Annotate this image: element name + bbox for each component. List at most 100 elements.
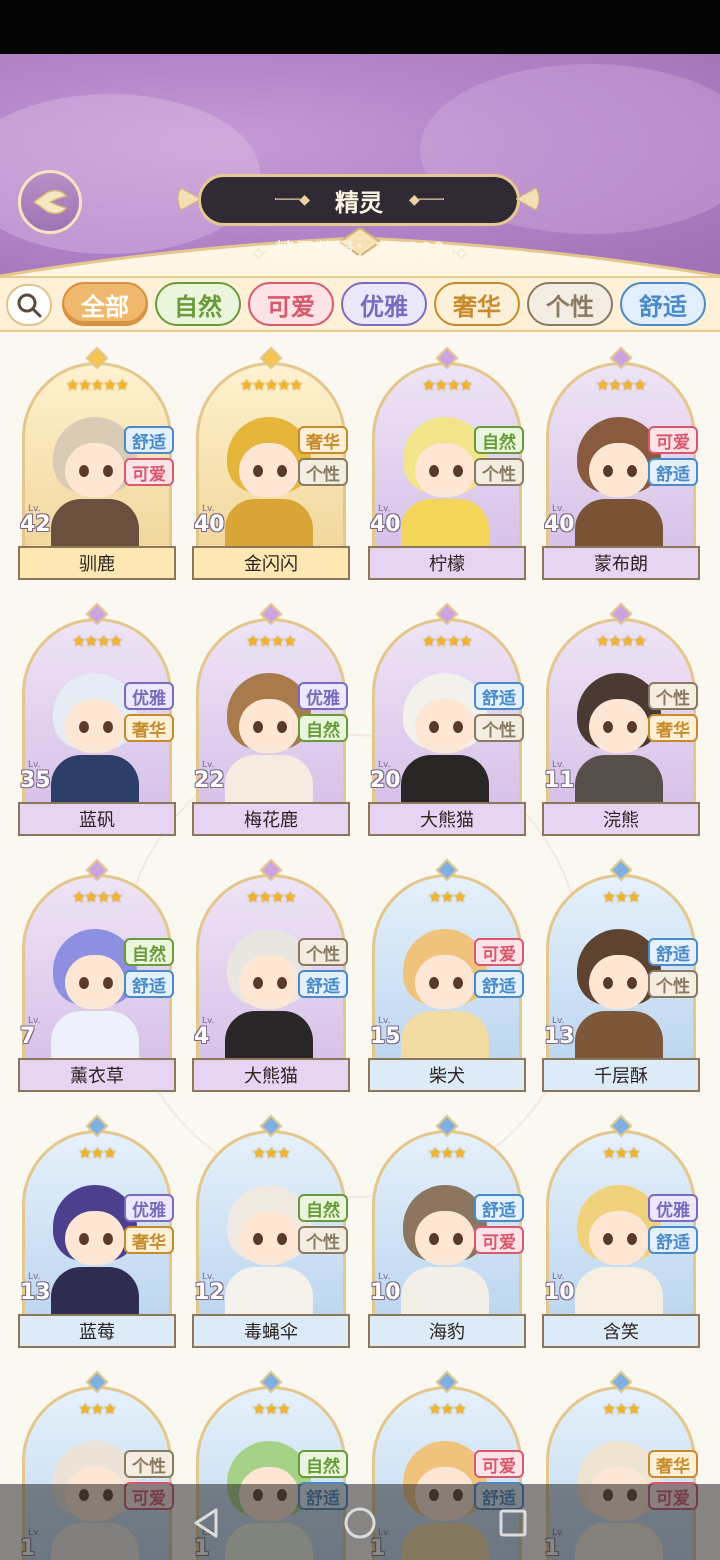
level-value: 40 xyxy=(544,512,575,537)
trait-tag: 个性 xyxy=(474,714,524,742)
sprite-count: ◇· 精灵数量：22/200 ·◇ xyxy=(0,234,720,263)
filter-tab[interactable]: 全部 xyxy=(62,282,148,326)
trait-tag: 优雅 xyxy=(648,1194,698,1222)
trait-tag: 奢华 xyxy=(648,714,698,742)
star-rating: ★★★★★ xyxy=(239,376,303,394)
sprite-card[interactable]: ★★★★★ 舒适可爱 Lv. 42 驯鹿 xyxy=(18,346,176,580)
sprite-name: 毒蝇伞 xyxy=(192,1314,350,1348)
sprite-card[interactable]: ★★★★ 自然 舒适 Lv. 7 薰衣草 xyxy=(18,858,176,1092)
level-indicator: Lv. 13 xyxy=(18,1272,64,1306)
filter-bar: 全部 自然 可爱 优雅 奢华 个性 舒适 xyxy=(0,276,720,332)
level-value: 42 xyxy=(20,512,51,537)
sprite-name: 浣熊 xyxy=(542,802,700,836)
sprite-card[interactable]: ★★★★ 可爱舒适 Lv. 40 蒙布朗 xyxy=(542,346,700,580)
filter-tab[interactable]: 可爱 xyxy=(248,282,334,326)
trait-tag: 优雅 xyxy=(124,1194,174,1222)
level-indicator: Lv. 12 xyxy=(192,1272,238,1306)
title-plate: ·───◆ 精灵 ◆───· xyxy=(198,174,520,226)
level-indicator: Lv. 40 xyxy=(542,504,588,538)
nav-back-icon[interactable] xyxy=(190,1506,224,1540)
trait-tag: 舒适 xyxy=(474,1194,524,1222)
level-value: 20 xyxy=(370,768,401,793)
filter-tab[interactable]: 优雅 xyxy=(341,282,427,326)
sprite-name: 驯鹿 xyxy=(18,546,176,580)
trait-tag: 奢华 xyxy=(124,1226,174,1254)
level-indicator: Lv. 15 xyxy=(368,1016,414,1050)
star-rating: ★★★ xyxy=(428,1400,466,1418)
sprite-name: 大熊猫 xyxy=(192,1058,350,1092)
trait-tag: 舒适 xyxy=(124,970,174,998)
trait-tag: 舒适 xyxy=(124,426,174,454)
nav-home-icon[interactable] xyxy=(343,1506,377,1540)
star-rating: ★★★★ xyxy=(596,632,647,650)
sprite-name: 千层酥 xyxy=(542,1058,700,1092)
level-indicator: Lv. 40 xyxy=(192,504,238,538)
sprite-card[interactable]: ★★★ 优雅 奢华 Lv. 13 蓝莓 xyxy=(18,1114,176,1348)
sprite-card[interactable]: ★★★★ 个性 奢华 Lv. 11 浣熊 xyxy=(542,602,700,836)
level-value: 7 xyxy=(20,1024,36,1049)
level-value: 15 xyxy=(370,1024,401,1049)
trait-tag: 个性 xyxy=(474,458,524,486)
trait-tag: 个性 xyxy=(298,458,348,486)
sprite-name: 薰衣草 xyxy=(18,1058,176,1092)
level-indicator: Lv. 40 xyxy=(368,504,414,538)
page-title: 精灵 xyxy=(335,187,383,217)
sprite-card[interactable]: ★★★ 舒适 可爱 Lv. 10 海豹 xyxy=(368,1114,526,1348)
star-rating: ★★★★ xyxy=(422,632,473,650)
filter-tabs: 全部 自然 可爱 优雅 奢华 个性 舒适 xyxy=(62,282,718,328)
trait-tag: 个性 xyxy=(648,970,698,998)
filter-tab[interactable]: 个性 xyxy=(527,282,613,326)
trait-tag: 奢华 xyxy=(124,714,174,742)
search-button[interactable] xyxy=(6,284,52,326)
star-rating: ★★★★ xyxy=(246,632,297,650)
star-rating: ★★★ xyxy=(252,1144,290,1162)
level-value: 40 xyxy=(370,512,401,537)
trait-tag: 舒适 xyxy=(298,970,348,998)
sprite-grid: ★★★★★ 舒适 可爱 Lv. 42 驯鹿 ★★★★★ 奢华 个性 Lv. 40 金闪闪 ★★★★ 自然个… xyxy=(0,334,720,1560)
trait-tag: 舒适 xyxy=(648,458,698,486)
sprite-name: 蓝矾 xyxy=(18,802,176,836)
level-value: 35 xyxy=(20,768,51,793)
star-rating: ★★★★★ xyxy=(65,376,129,394)
trait-tag: 自然 xyxy=(124,938,174,966)
nav-recents-icon[interactable] xyxy=(496,1506,530,1540)
trait-tag: 舒适 xyxy=(648,938,698,966)
sprite-card[interactable]: ★★★ 可爱 舒适 Lv. 15 柴犬 xyxy=(368,858,526,1092)
sprite-card[interactable]: ★★★★★ 奢华 个性 Lv. 40 金闪闪 xyxy=(192,346,350,580)
sprite-card[interactable]: ★★★★ 优雅 奢华 Lv. 35 蓝矾 xyxy=(18,602,176,836)
trait-tag: 可爱 xyxy=(124,458,174,486)
back-button[interactable] xyxy=(18,170,82,234)
star-rating: ★★★★ xyxy=(596,376,647,394)
sprite-name: 海豹 xyxy=(368,1314,526,1348)
sprite-card[interactable]: ★★★★ 个性 舒适 Lv. 4 大熊猫 xyxy=(192,858,350,1092)
trait-tag: 自然 xyxy=(474,426,524,454)
trait-tag: 舒适 xyxy=(648,1226,698,1254)
sprite-name: 柠檬 xyxy=(368,546,526,580)
filter-tab[interactable]: 舒适 xyxy=(620,282,706,326)
sprite-card[interactable]: ★★★★ 自然个性 Lv. 40 柠檬 xyxy=(368,346,526,580)
sprite-name: 含笑 xyxy=(542,1314,700,1348)
level-indicator: Lv. 42 xyxy=(18,504,64,538)
sprite-card[interactable]: ★★★ 舒适 个性 Lv. 13 千层酥 xyxy=(542,858,700,1092)
level-indicator: Lv. 7 xyxy=(18,1016,64,1050)
sprite-card[interactable]: ★★★ 优雅 舒适 Lv. 10 含笑 xyxy=(542,1114,700,1348)
search-icon xyxy=(17,293,42,318)
title-right-ornament-icon xyxy=(516,187,540,211)
trait-tag: 可爱 xyxy=(648,426,698,454)
level-indicator: Lv. 22 xyxy=(192,760,238,794)
sprite-card[interactable]: ★★★ 自然 个性 Lv. 12 毒蝇伞 xyxy=(192,1114,350,1348)
filter-tab[interactable]: 奢华 xyxy=(434,282,520,326)
level-value: 10 xyxy=(370,1280,401,1305)
sprite-card[interactable]: ★★★★ 舒适 个性 Lv. 20 大熊猫 xyxy=(368,602,526,836)
level-value: 10 xyxy=(544,1280,575,1305)
level-value: 13 xyxy=(544,1024,575,1049)
trait-tag: 可爱 xyxy=(474,938,524,966)
star-rating: ★★★★ xyxy=(422,376,473,394)
trait-tag: 奢华 xyxy=(298,426,348,454)
level-value: 40 xyxy=(194,512,225,537)
filter-tab[interactable]: 自然 xyxy=(155,282,241,326)
star-rating: ★★★ xyxy=(78,1400,116,1418)
trait-tag: 自然 xyxy=(298,1194,348,1222)
sprite-name: 蒙布朗 xyxy=(542,546,700,580)
sprite-card[interactable]: ★★★★ 优雅 自然 Lv. 22 梅花鹿 xyxy=(192,602,350,836)
